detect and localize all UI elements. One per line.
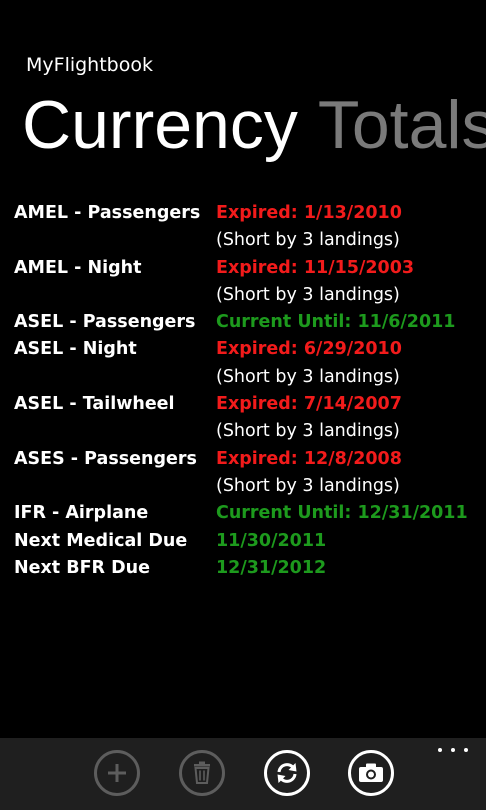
- camera-icon: [359, 763, 383, 782]
- currency-status: Current Until: 11/6/2011: [216, 312, 456, 333]
- currency-note: (Short by 3 landings): [216, 475, 400, 496]
- currency-status: Current Until: 12/31/2011: [216, 503, 468, 524]
- currency-row: Next Medical Due 11/30/2011: [14, 528, 484, 555]
- currency-list: AMEL - Passengers Expired: 1/13/2010 (Sh…: [14, 200, 484, 582]
- currency-row-value: 12/31/2012: [216, 555, 326, 582]
- currency-row-value: Expired: 12/8/2008 (Short by 3 landings): [216, 446, 402, 501]
- currency-row: ASEL - Tailwheel Expired: 7/14/2007 (Sho…: [14, 391, 484, 446]
- currency-row-value: Expired: 11/15/2003 (Short by 3 landings…: [216, 255, 414, 310]
- currency-row-value: Current Until: 12/31/2011: [216, 500, 468, 527]
- currency-row: ASES - Passengers Expired: 12/8/2008 (Sh…: [14, 446, 484, 501]
- currency-row-value: Expired: 6/29/2010 (Short by 3 landings): [216, 336, 402, 391]
- currency-status: Expired: 11/15/2003: [216, 257, 415, 278]
- currency-row-value: 11/30/2011: [216, 528, 326, 555]
- currency-row-label: AMEL - Passengers: [14, 203, 201, 223]
- delete-button[interactable]: [179, 750, 225, 796]
- currency-status: 11/30/2011: [216, 530, 327, 551]
- ellipsis-icon[interactable]: [438, 744, 468, 756]
- currency-row-label: IFR - Airplane: [14, 503, 149, 524]
- currency-status: Expired: 6/29/2010: [216, 339, 402, 360]
- currency-row-value: Current Until: 11/6/2011: [216, 309, 456, 336]
- currency-row: ASEL - Night Expired: 6/29/2010 (Short b…: [14, 336, 484, 391]
- currency-row: IFR - Airplane Current Until: 12/31/2011: [14, 500, 484, 527]
- refresh-button[interactable]: [264, 750, 310, 796]
- add-button[interactable]: [94, 750, 140, 796]
- currency-row-label: Next Medical Due: [14, 530, 188, 551]
- currency-status: Expired: 7/14/2007: [216, 394, 402, 415]
- camera-button[interactable]: [348, 750, 394, 796]
- currency-note: (Short by 3 landings): [216, 366, 400, 387]
- plus-icon: [108, 764, 126, 782]
- currency-row-label: Next BFR Due: [14, 557, 150, 578]
- currency-row-value: Expired: 7/14/2007 (Short by 3 landings): [216, 391, 402, 446]
- trash-icon: [194, 761, 210, 784]
- pivot-header: Currency Totals: [22, 80, 486, 170]
- pivot-item-currency[interactable]: Currency: [22, 87, 298, 163]
- currency-status: Expired: 12/8/2008: [216, 448, 402, 469]
- app-bar: [0, 738, 486, 810]
- currency-row-label: ASEL - Passengers: [14, 312, 196, 333]
- currency-note: (Short by 3 landings): [216, 230, 400, 251]
- currency-row: Next BFR Due 12/31/2012: [14, 555, 484, 582]
- currency-row-label: ASEL - Tailwheel: [14, 394, 175, 415]
- currency-row-label: AMEL - Night: [14, 257, 142, 278]
- refresh-icon: [277, 763, 297, 783]
- currency-row-value: Expired: 1/13/2010 (Short by 3 landings): [216, 200, 402, 255]
- currency-note: (Short by 3 landings): [216, 421, 400, 442]
- currency-row-label: ASES - Passengers: [14, 448, 197, 469]
- currency-row: AMEL - Night Expired: 11/15/2003 (Short …: [14, 255, 484, 310]
- pivot-item-totals[interactable]: Totals: [318, 87, 486, 163]
- currency-status: Expired: 1/13/2010: [216, 203, 402, 223]
- currency-row-label: ASEL - Night: [14, 339, 137, 360]
- currency-status: 12/31/2012: [216, 557, 327, 578]
- currency-row: AMEL - Passengers Expired: 1/13/2010 (Sh…: [14, 200, 484, 255]
- currency-row: ASEL - Passengers Current Until: 11/6/20…: [14, 309, 484, 336]
- app-title: MyFlightbook: [26, 54, 153, 76]
- currency-note: (Short by 3 landings): [216, 284, 400, 305]
